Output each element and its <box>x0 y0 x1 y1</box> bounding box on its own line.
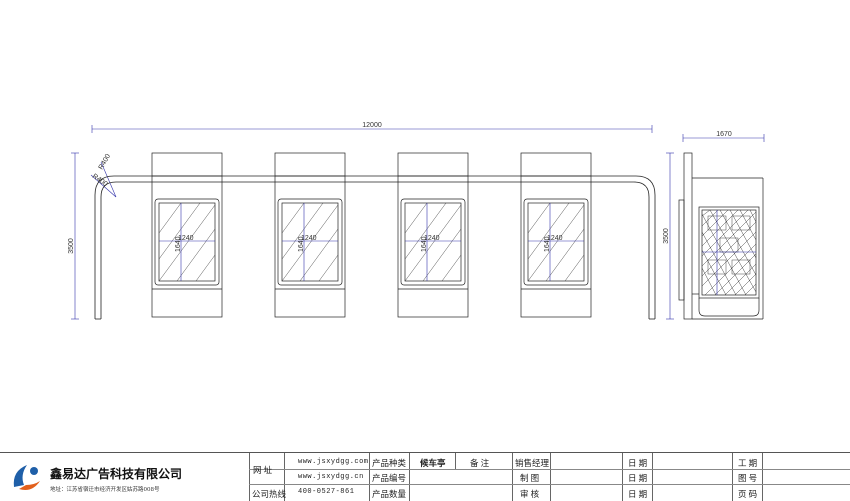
date-label-2: 日 期 <box>628 473 648 483</box>
company-name: 鑫易达广告科技有限公司 <box>50 467 183 481</box>
front-height-dimension <box>71 152 79 320</box>
remark-label: 备 注 <box>470 458 490 468</box>
panel-2-height-label: 1640 <box>298 236 305 252</box>
product-qty-label: 产品数量 <box>372 489 407 499</box>
side-height-label: 3500 <box>663 228 670 244</box>
project-period-label: 工 期 <box>738 458 758 468</box>
product-type-label: 产品种类 <box>372 458 407 468</box>
product-type-value: 候车亭 <box>420 458 446 468</box>
shelter-drawing: 12000 3500 R400 R400 1240 1640 1240 1640… <box>68 122 765 320</box>
product-no-label: 产品编号 <box>372 473 407 483</box>
panel-4-height-label: 1640 <box>544 236 551 252</box>
website-1[interactable]: www.jsxydgg.com <box>298 458 369 466</box>
overall-width-label: 12000 <box>362 122 382 129</box>
panel-3-height-label: 1640 <box>421 236 428 252</box>
date-label-1: 日 期 <box>628 458 648 468</box>
website-2[interactable]: www.jsxydgg.cn <box>298 473 364 481</box>
side-view <box>678 152 764 320</box>
sales-manager-label: 销售经理 <box>515 458 550 468</box>
panel-1-height-label: 1640 <box>175 236 182 252</box>
hotline-label: 公司热线 <box>252 489 287 499</box>
side-width-label: 1670 <box>716 131 732 138</box>
title-block: 鑫易达广告科技有限公司 地址：江苏省宿迁市经济开发区姑苏路008号 网 址 ww… <box>0 452 850 501</box>
website-label: 网 址 <box>253 465 273 475</box>
drawing-no-label: 图 号 <box>738 473 758 483</box>
company-logo-icon <box>13 465 40 490</box>
company-address: 地址：江苏省宿迁市经济开发区姑苏路008号 <box>50 487 160 493</box>
date-label-3: 日 期 <box>628 489 648 499</box>
reviewer-label: 审 核 <box>520 489 540 499</box>
side-lattice-pattern <box>701 209 757 296</box>
drafter-label: 制 图 <box>520 473 540 483</box>
front-height-label: 3500 <box>68 238 75 254</box>
roof-radius-label-1: R400 <box>98 153 112 171</box>
hotline-value: 400-0527-861 <box>298 488 355 496</box>
page-label: 页 码 <box>738 489 758 499</box>
